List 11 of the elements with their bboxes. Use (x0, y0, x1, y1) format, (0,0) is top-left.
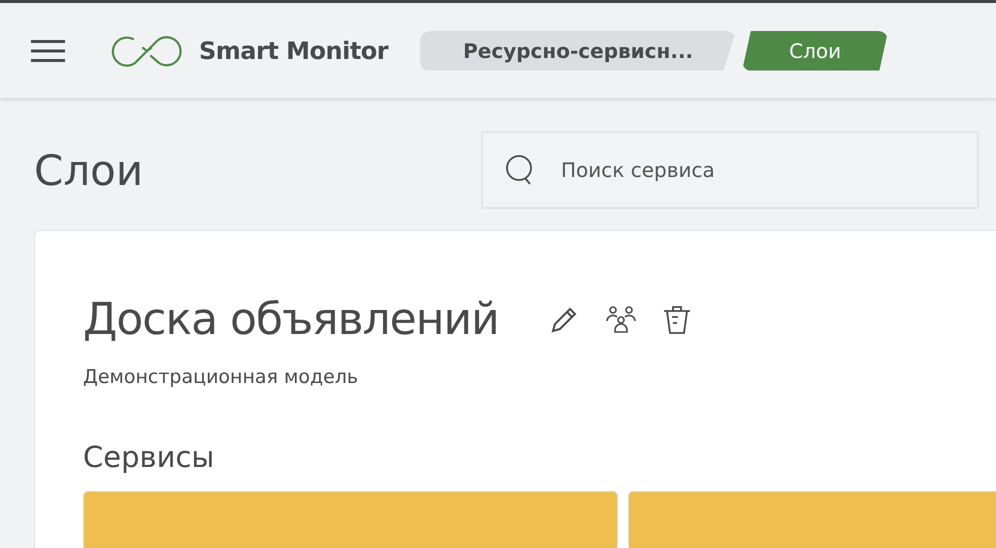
model-subtitle: Демонстрационная модель (83, 365, 360, 390)
model-title: Доска объявлений (83, 293, 499, 347)
breadcrumb-tab[interactable]: Ресурсно-сервисн... (420, 30, 736, 70)
app-name: Smart Monitor (199, 36, 388, 66)
page-title: Слои (34, 144, 144, 196)
section-title: Сервисы (83, 438, 216, 476)
menu-icon[interactable] (31, 38, 65, 62)
users-icon[interactable] (604, 304, 637, 336)
pencil-icon[interactable] (548, 305, 579, 335)
search-field[interactable]: Поиск сервиса (481, 131, 979, 209)
breadcrumb-tab[interactable]: Слои (742, 30, 888, 70)
